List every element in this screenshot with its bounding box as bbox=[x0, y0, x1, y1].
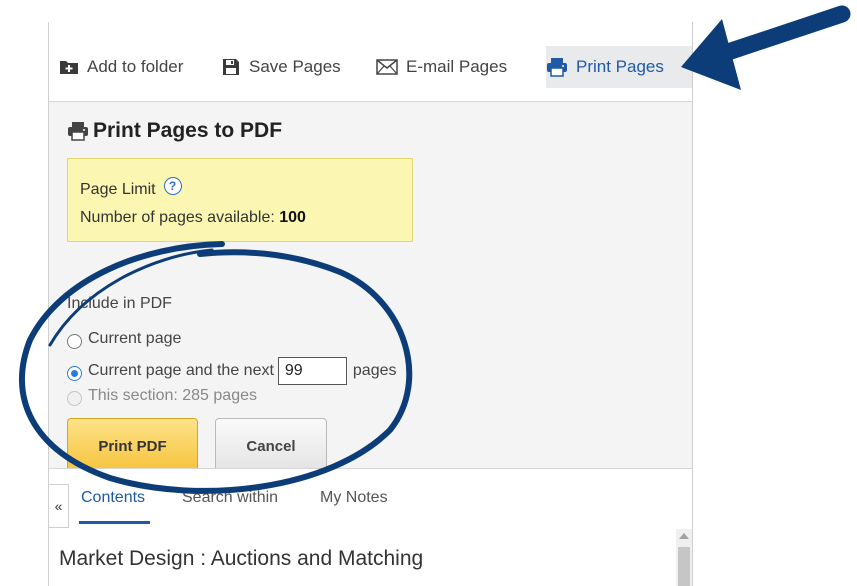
print-panel: Add to folder Save Pages E-mail Pages Pr… bbox=[48, 22, 693, 586]
add-to-folder-button[interactable]: Add to folder bbox=[59, 50, 183, 84]
current-page-label: Current page bbox=[88, 330, 182, 347]
tab-contents[interactable]: Contents bbox=[81, 489, 145, 507]
scroll-thumb[interactable] bbox=[678, 547, 690, 586]
scrollbar[interactable] bbox=[676, 529, 692, 586]
pages-available-count: 100 bbox=[279, 209, 306, 226]
this-section-label: This section: 285 pages bbox=[88, 387, 257, 404]
this-section-radio[interactable] bbox=[67, 390, 82, 406]
option-current-and-next[interactable]: Current page and the next pages bbox=[67, 357, 397, 385]
next-pages-input[interactable] bbox=[277, 357, 347, 385]
page-limit-text: Page Limit bbox=[80, 181, 156, 198]
pages-available: Number of pages available: 100 bbox=[80, 209, 306, 227]
page-limit-label: Page Limit ? bbox=[80, 177, 182, 199]
print-pdf-button[interactable]: Print PDF bbox=[67, 418, 198, 474]
bottom-panel: « Contents Search within My Notes Market… bbox=[49, 468, 692, 586]
printer-icon bbox=[67, 121, 89, 141]
option-this-section[interactable]: This section: 285 pages bbox=[67, 387, 257, 406]
folder-add-icon bbox=[59, 59, 79, 75]
email-pages-label: E-mail Pages bbox=[406, 57, 508, 76]
save-pages-label: Save Pages bbox=[249, 57, 341, 76]
current-and-next-label: Current page and the next bbox=[88, 362, 274, 379]
collapse-panel-button[interactable]: « bbox=[49, 484, 69, 528]
active-tab-indicator bbox=[79, 521, 150, 524]
include-in-pdf-label: Include in PDF bbox=[67, 295, 172, 312]
print-form: Print Pages to PDF Page Limit ? Number o… bbox=[49, 102, 692, 474]
floppy-disk-icon bbox=[221, 57, 241, 77]
envelope-icon bbox=[376, 59, 398, 75]
pages-suffix-label: pages bbox=[352, 362, 397, 379]
email-pages-button[interactable]: E-mail Pages bbox=[376, 50, 507, 84]
option-current-page[interactable]: Current page bbox=[67, 330, 182, 349]
page-limit-box: Page Limit ? Number of pages available: … bbox=[67, 158, 413, 242]
save-pages-button[interactable]: Save Pages bbox=[221, 50, 341, 84]
cancel-button[interactable]: Cancel bbox=[215, 418, 327, 474]
print-form-title: Print Pages to PDF bbox=[67, 119, 282, 143]
help-icon[interactable]: ? bbox=[163, 177, 182, 195]
current-and-next-radio[interactable] bbox=[67, 365, 82, 381]
printer-icon bbox=[546, 57, 568, 77]
add-to-folder-label: Add to folder bbox=[87, 57, 184, 76]
scroll-up-arrow-icon[interactable] bbox=[679, 533, 689, 539]
annotation-arrow-icon bbox=[681, 5, 851, 90]
print-pages-label: Print Pages bbox=[576, 57, 664, 76]
pages-available-text: Number of pages available: bbox=[80, 209, 275, 226]
tab-my-notes[interactable]: My Notes bbox=[320, 489, 388, 507]
print-form-title-text: Print Pages to PDF bbox=[93, 119, 283, 142]
toolbar: Add to folder Save Pages E-mail Pages Pr… bbox=[49, 22, 692, 102]
print-pages-button[interactable]: Print Pages bbox=[546, 46, 692, 88]
current-page-radio[interactable] bbox=[67, 333, 82, 349]
book-title: Market Design : Auctions and Matching bbox=[59, 547, 424, 570]
tab-search-within[interactable]: Search within bbox=[182, 489, 278, 507]
